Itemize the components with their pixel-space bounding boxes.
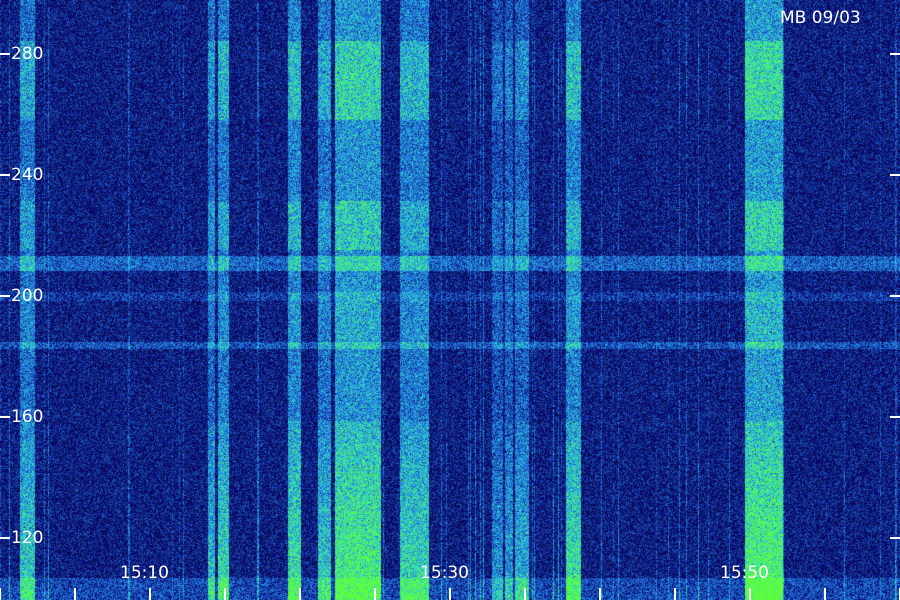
y-tick-label-200: 200 bbox=[11, 286, 43, 306]
tick-marks bbox=[0, 53, 900, 600]
spectrogram: MB 09/03 120 160 200 240 280 15:10 15:30… bbox=[0, 0, 900, 600]
chart-title: MB 09/03 bbox=[780, 8, 861, 28]
y-tick-label-280: 280 bbox=[11, 44, 43, 64]
x-tick-label-1550: 15:50 bbox=[720, 563, 769, 583]
y-tick-label-120: 120 bbox=[11, 528, 43, 548]
y-tick-label-240: 240 bbox=[11, 165, 43, 185]
y-tick-label-160: 160 bbox=[11, 407, 43, 427]
x-tick-label-1530: 15:30 bbox=[420, 563, 469, 583]
x-tick-label-1510: 15:10 bbox=[120, 563, 169, 583]
spectrogram-overlay: MB 09/03 120 160 200 240 280 15:10 15:30… bbox=[0, 8, 900, 600]
